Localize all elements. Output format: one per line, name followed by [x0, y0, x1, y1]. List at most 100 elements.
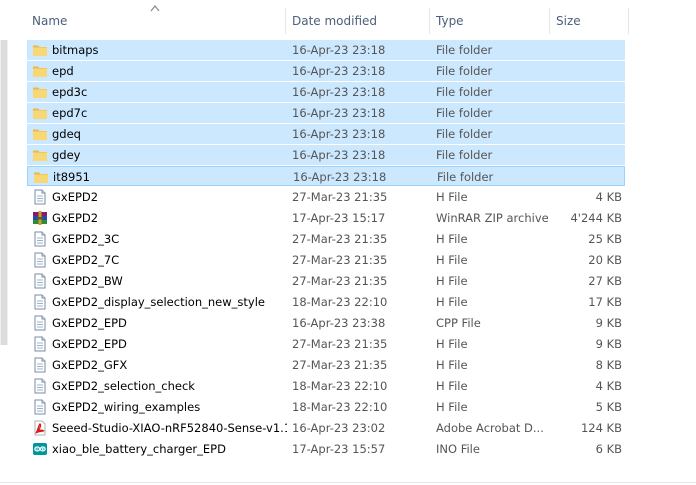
- file-row[interactable]: GxEPD2_BW 27-Mar-23 21:35 H File 27 KB: [27, 271, 625, 291]
- file-name: Seeed-Studio-XIAO-nRF52840-Sense-v1.1: [52, 421, 287, 435]
- file-date-modified: 27-Mar-23 21:35: [292, 232, 388, 246]
- folder-row[interactable]: bitmaps 16-Apr-23 23:18 File folder: [27, 40, 625, 60]
- file-row[interactable]: GxEPD2_selection_check 18-Mar-23 22:10 H F…: [27, 376, 625, 396]
- document-icon: [32, 294, 48, 310]
- file-type: File folder: [436, 148, 493, 162]
- column-divider[interactable]: [429, 8, 430, 34]
- file-name: GxEPD2_wiring_examples: [52, 400, 201, 414]
- file-type: Adobe Acrobat D...: [436, 421, 544, 435]
- file-size: [552, 61, 622, 81]
- document-icon: [32, 315, 48, 331]
- file-type: H File: [436, 190, 468, 204]
- file-name: GxEPD2: [52, 190, 99, 204]
- file-name: GxEPD2_GFX: [52, 358, 128, 372]
- file-date-modified: 16-Apr-23 23:18: [292, 106, 386, 120]
- file-date-modified: 27-Mar-23 21:35: [292, 190, 388, 204]
- file-type: H File: [436, 295, 468, 309]
- scrollbar[interactable]: [0, 40, 8, 345]
- file-type: INO File: [436, 442, 480, 456]
- file-size: 5 KB: [595, 400, 622, 414]
- file-row[interactable]: GxEPD2_EPD 16-Apr-23 23:38 CPP File 9 KB: [27, 313, 625, 333]
- folder-row[interactable]: it8951 16-Apr-23 23:18 File folder: [27, 166, 625, 186]
- column-header-size[interactable]: Size: [556, 0, 626, 40]
- file-size: 9 KB: [595, 337, 622, 351]
- folder-icon: [32, 84, 48, 100]
- folder-icon: [32, 105, 48, 121]
- folder-row[interactable]: epd7c 16-Apr-23 23:18 File folder: [27, 103, 625, 123]
- folder-row[interactable]: gdeq 16-Apr-23 23:18 File folder: [27, 124, 625, 144]
- document-icon: [32, 189, 48, 205]
- file-row[interactable]: GxEPD2 27-Mar-23 21:35 H File 4 KB: [27, 187, 625, 207]
- scrollbar-thumb[interactable]: [1, 40, 7, 345]
- file-type: WinRAR ZIP archive: [436, 211, 549, 225]
- file-row[interactable]: xiao_ble_battery_charger_EPD 17-Apr-23 15…: [27, 439, 625, 459]
- document-icon: [32, 399, 48, 415]
- file-size: 25 KB: [588, 232, 622, 246]
- file-name: GxEPD2_7C: [52, 253, 120, 267]
- file-type: File folder: [436, 43, 493, 57]
- file-date-modified: 16-Apr-23 23:18: [292, 85, 386, 99]
- arduino-icon: [32, 441, 48, 457]
- divider: [0, 482, 696, 483]
- file-size: 124 KB: [580, 421, 622, 435]
- file-size: 17 KB: [588, 295, 622, 309]
- file-type: H File: [436, 379, 468, 393]
- file-name: GxEPD2_EPD: [52, 316, 127, 330]
- file-row[interactable]: Seeed-Studio-XIAO-nRF52840-Sense-v1.1 16-…: [27, 418, 625, 438]
- file-name: GxEPD2_selection_check: [52, 379, 195, 393]
- file-size: 9 KB: [595, 316, 622, 330]
- file-date-modified: 16-Apr-23 23:18: [292, 64, 386, 78]
- file-row[interactable]: GxEPD2_EPD 27-Mar-23 21:35 H File 9 KB: [27, 334, 625, 354]
- file-date-modified: 16-Apr-23 23:18: [292, 148, 386, 162]
- file-row[interactable]: GxEPD2_wiring_examples 18-Mar-23 22:10 H F…: [27, 397, 625, 417]
- file-date-modified: 27-Mar-23 21:35: [292, 358, 388, 372]
- file-name: bitmaps: [52, 43, 99, 57]
- file-row[interactable]: GxEPD2_7C 27-Mar-23 21:35 H File 20 KB: [27, 250, 625, 270]
- file-size: 27 KB: [588, 274, 622, 288]
- file-size: 4'244 KB: [570, 211, 622, 225]
- file-row[interactable]: GxEPD2 17-Apr-23 15:17 WinRAR ZIP archive 4…: [27, 208, 625, 228]
- folder-row[interactable]: epd 16-Apr-23 23:18 File folder: [27, 61, 625, 81]
- winrar-archive-icon: [32, 210, 48, 226]
- column-divider[interactable]: [628, 8, 629, 34]
- file-type: File folder: [436, 106, 493, 120]
- file-size: 6 KB: [595, 442, 622, 456]
- document-icon: [32, 357, 48, 373]
- folder-row[interactable]: epd3c 16-Apr-23 23:18 File folder: [27, 82, 625, 102]
- file-name: GxEPD2_display_selection_new_style: [52, 295, 265, 309]
- folder-row[interactable]: gdey 16-Apr-23 23:18 File folder: [27, 145, 625, 165]
- file-size: 20 KB: [588, 253, 622, 267]
- file-type: File folder: [436, 127, 493, 141]
- file-row[interactable]: GxEPD2_GFX 27-Mar-23 21:35 H File 8 KB: [27, 355, 625, 375]
- column-header-date-modified[interactable]: Date modified: [292, 0, 427, 40]
- document-icon: [32, 378, 48, 394]
- file-date-modified: 27-Mar-23 21:35: [292, 253, 388, 267]
- file-size: [552, 124, 622, 144]
- file-name: GxEPD2: [52, 211, 99, 225]
- file-date-modified: 16-Apr-23 23:18: [292, 127, 386, 141]
- file-type: CPP File: [436, 316, 481, 330]
- file-size: [552, 40, 622, 60]
- document-icon: [32, 336, 48, 352]
- column-header-type[interactable]: Type: [436, 0, 546, 40]
- file-type: H File: [436, 358, 468, 372]
- file-name: gdeq: [52, 127, 81, 141]
- file-name: gdey: [52, 148, 81, 162]
- file-name: GxEPD2_EPD: [52, 337, 127, 351]
- file-name: epd: [52, 64, 74, 78]
- file-row[interactable]: GxEPD2_display_selection_new_style 18-Mar…: [27, 292, 625, 312]
- pdf-icon: [32, 420, 48, 436]
- column-header-row: Name Date modified Type Size: [0, 0, 696, 40]
- file-size: [552, 82, 622, 102]
- file-type: H File: [436, 337, 468, 351]
- file-row[interactable]: GxEPD2_3C 27-Mar-23 21:35 H File 25 KB: [27, 229, 625, 249]
- column-divider[interactable]: [549, 8, 550, 34]
- folder-icon: [32, 126, 48, 142]
- file-date-modified: 17-Apr-23 15:17: [292, 211, 386, 225]
- column-header-name[interactable]: Name: [32, 0, 282, 40]
- file-size: [553, 167, 623, 187]
- file-type: H File: [436, 232, 468, 246]
- column-divider[interactable]: [285, 8, 286, 34]
- file-date-modified: 16-Apr-23 23:18: [292, 43, 386, 57]
- file-type: H File: [436, 253, 468, 267]
